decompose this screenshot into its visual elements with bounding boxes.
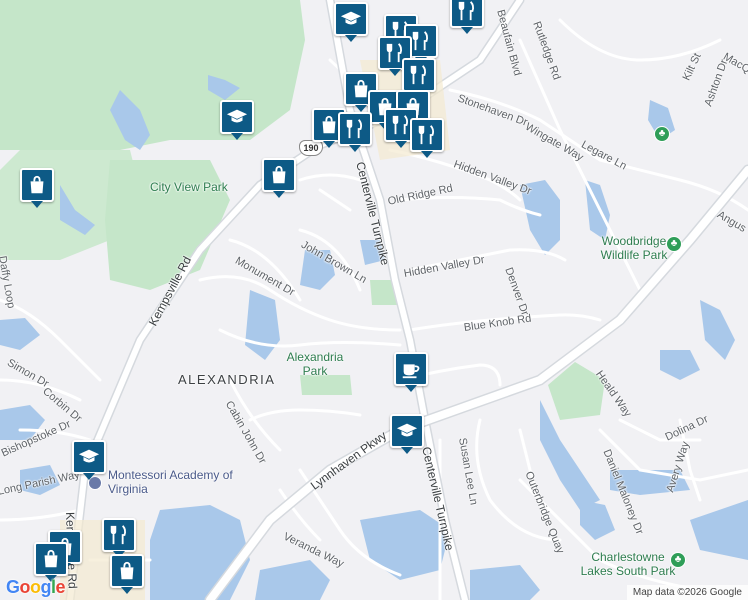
graduation-cap-icon — [396, 423, 418, 437]
park-tree-icon: ♣ — [670, 552, 686, 568]
map-canvas[interactable]: 190 ALEXANDRIA Centerville Turnpike Cent… — [0, 0, 748, 600]
route-190-shield: 190 — [299, 140, 323, 156]
shopping-marker[interactable] — [20, 168, 54, 208]
park-label-charlestowne-lakes-south[interactable]: Charlestowne Lakes South Park — [576, 550, 680, 578]
graduation-cap-icon — [226, 109, 248, 123]
graduation-cap-icon — [78, 449, 100, 463]
shopping-marker[interactable] — [110, 554, 144, 594]
school-marker[interactable] — [220, 100, 254, 140]
graduation-cap-icon — [340, 11, 362, 25]
shopping-bag-icon — [120, 561, 134, 580]
shopping-bag-icon — [322, 115, 336, 134]
fork-knife-icon — [418, 125, 435, 145]
fork-knife-icon — [392, 115, 409, 135]
shopping-bag-icon — [30, 175, 44, 194]
school-marker[interactable] — [390, 414, 424, 454]
coffee-cup-icon — [402, 364, 420, 379]
shopping-bag-icon — [272, 165, 286, 184]
school-marker[interactable] — [334, 2, 368, 42]
map-attribution[interactable]: Map data ©2026 Google — [626, 585, 748, 600]
park-label-alexandria-park[interactable]: Alexandria Park — [280, 350, 350, 378]
cafe-marker[interactable] — [394, 352, 428, 392]
fork-knife-icon — [410, 65, 427, 85]
restaurant-marker[interactable] — [102, 518, 136, 558]
poi-label-montessori-academy[interactable]: Montessori Academy of Virginia — [108, 468, 248, 496]
shopping-bag-icon — [44, 549, 58, 568]
park-label-city-view[interactable]: City View Park — [150, 180, 228, 194]
fork-knife-icon — [346, 119, 363, 139]
school-marker[interactable] — [72, 440, 106, 480]
restaurant-marker[interactable] — [450, 0, 484, 34]
fork-knife-icon — [412, 31, 429, 51]
fork-knife-icon — [110, 525, 127, 545]
restaurant-marker[interactable] — [402, 58, 436, 98]
shopping-marker[interactable] — [262, 158, 296, 198]
park-tree-icon: ♣ — [666, 236, 682, 252]
google-logo[interactable]: Google — [6, 577, 66, 598]
restaurant-marker[interactable] — [410, 118, 444, 158]
shopping-marker[interactable] — [34, 542, 68, 582]
area-label-alexandria: ALEXANDRIA — [178, 372, 276, 387]
fork-knife-icon — [458, 1, 475, 21]
restaurant-marker[interactable] — [338, 112, 372, 152]
park-tree-icon: ♣ — [654, 126, 670, 142]
